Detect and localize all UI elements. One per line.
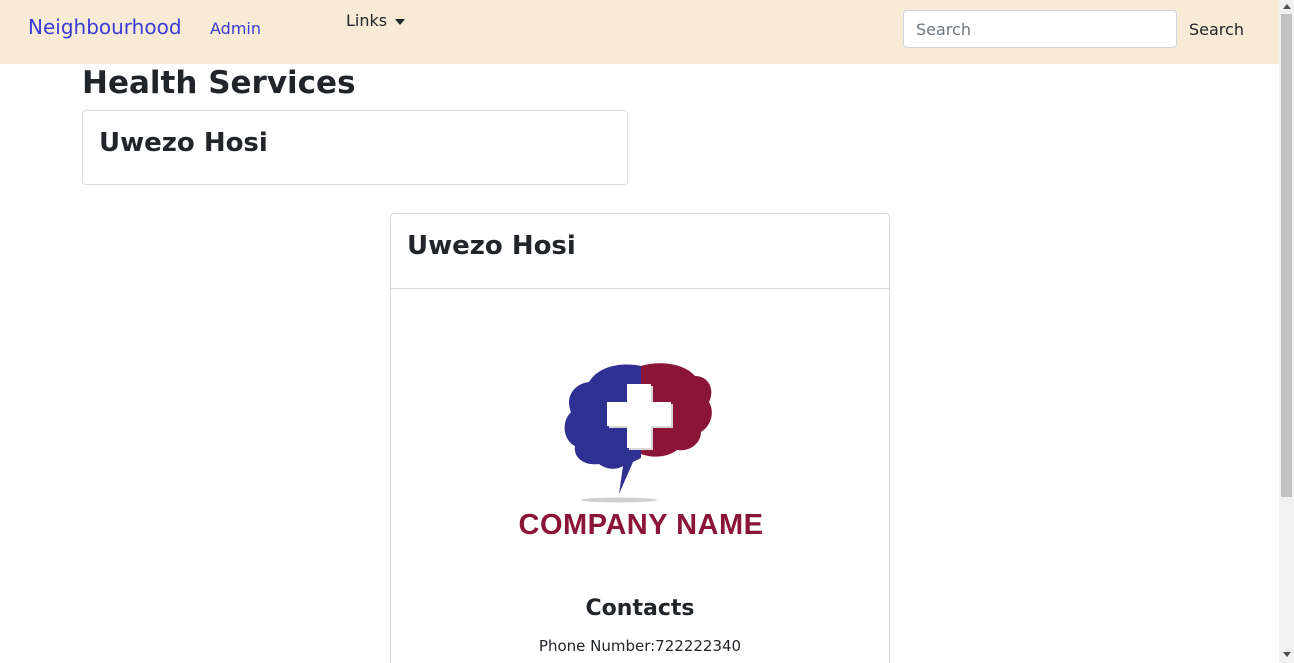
scroll-up-icon[interactable] <box>1283 4 1291 9</box>
scroll-down-icon[interactable] <box>1283 652 1291 657</box>
links-dropdown-label: Links <box>346 11 388 30</box>
contacts-heading: Contacts <box>585 596 695 621</box>
scrollbar-thumb[interactable] <box>1281 14 1292 497</box>
page-title: Health Services <box>82 65 356 101</box>
service-card-title[interactable]: Uwezo Hosi <box>99 128 268 158</box>
links-dropdown[interactable]: Links <box>346 11 406 30</box>
phone-number: Phone Number:722222340 <box>538 637 742 655</box>
company-logo: COMPANY NAME <box>501 354 781 554</box>
detail-card-header: Uwezo Hosi <box>391 214 889 289</box>
detail-card-title: Uwezo Hosi <box>407 231 576 261</box>
nav-admin-link[interactable]: Admin <box>210 19 261 38</box>
navbar: Neighbourhood Admin Links Search <box>0 0 1279 64</box>
brand-link[interactable]: Neighbourhood <box>28 15 182 39</box>
caret-down-icon <box>395 18 406 25</box>
vertical-scrollbar[interactable] <box>1279 0 1294 663</box>
service-detail-card: Uwezo Hosi COMPANY NAME Contacts Phone N… <box>390 213 890 663</box>
search-button[interactable]: Search <box>1180 10 1253 48</box>
search-input[interactable] <box>903 10 1177 48</box>
brain-medical-cross-logo <box>564 363 712 503</box>
logo-company-name: COMPANY NAME <box>518 509 764 541</box>
service-card[interactable]: Uwezo Hosi <box>82 110 628 185</box>
